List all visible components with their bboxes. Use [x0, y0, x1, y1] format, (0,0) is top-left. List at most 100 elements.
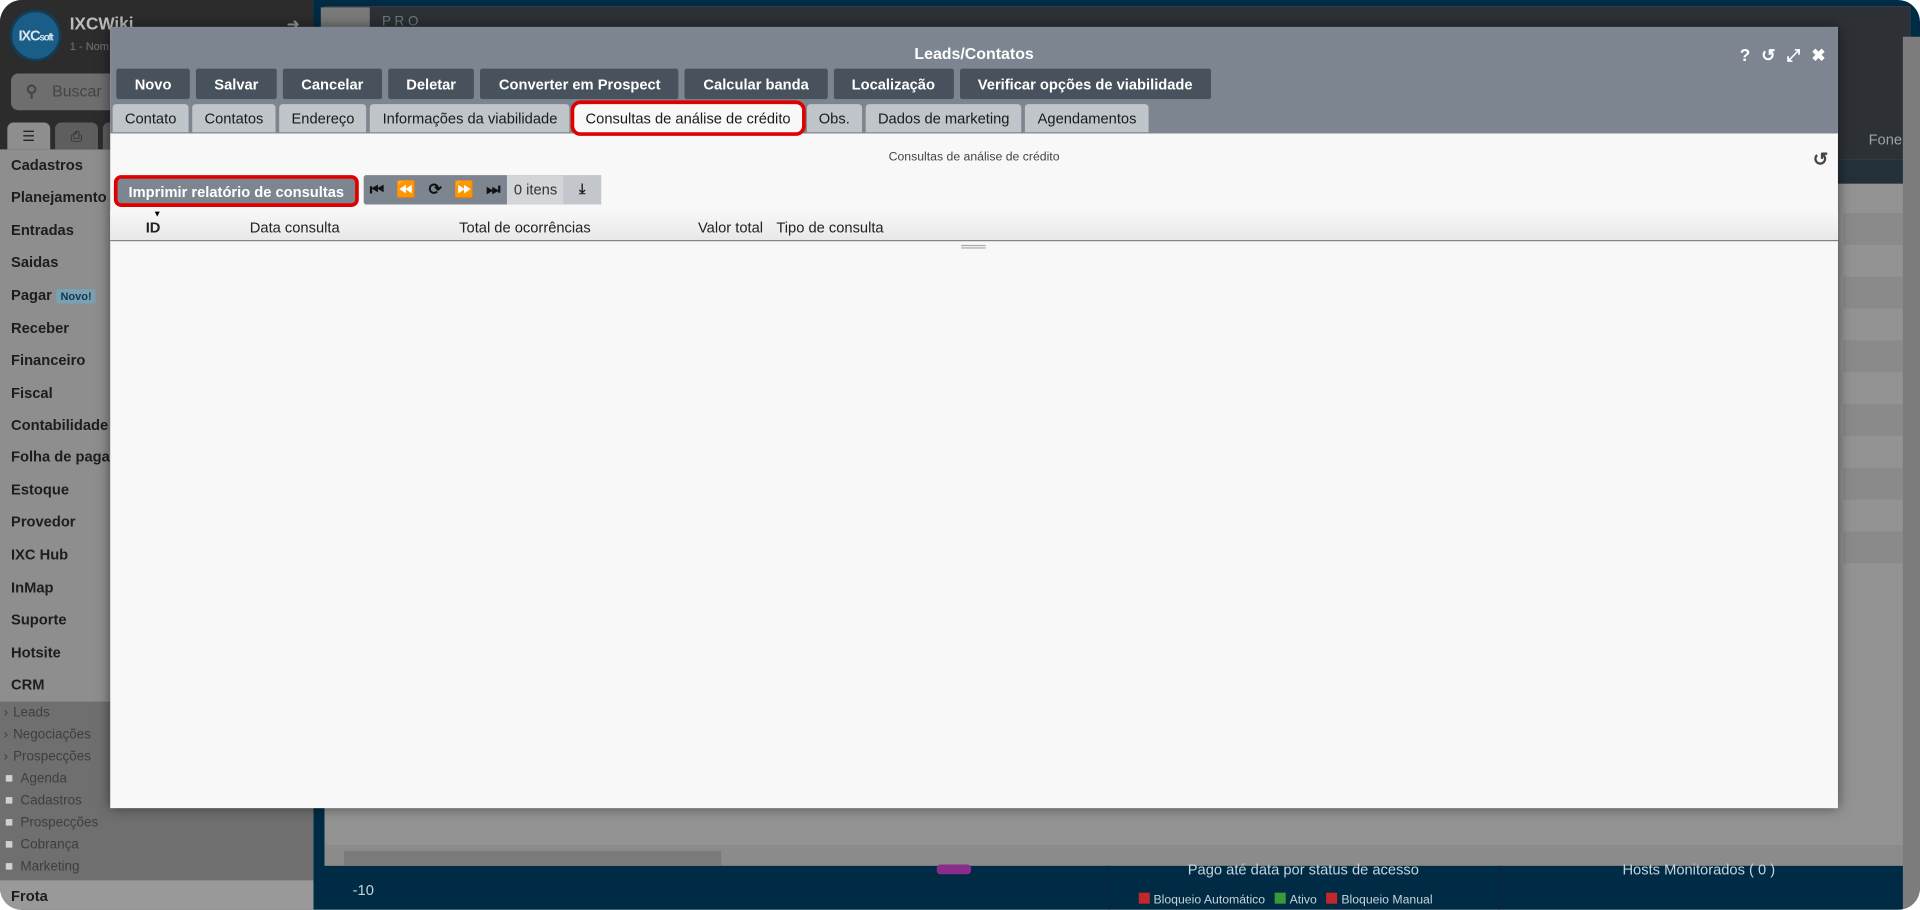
menu-item-label: Cadastros	[11, 156, 83, 174]
axis-tick: -10	[352, 881, 374, 899]
converter-em-prospect-button[interactable]: Converter em Prospect	[480, 68, 679, 100]
new-badge: Novo!	[56, 288, 96, 304]
background-row	[1842, 404, 1905, 436]
resize-handle[interactable]	[961, 244, 986, 249]
print-tab[interactable]: ⎙	[55, 122, 98, 150]
menu-item-label: Saidas	[11, 253, 59, 271]
tab-obs-[interactable]: Obs.	[806, 104, 863, 133]
background-row	[1842, 213, 1905, 245]
calcular-banda-button[interactable]: Calcular banda	[685, 68, 828, 100]
background-row	[1842, 276, 1905, 309]
leads-contatos-modal: Leads/Contatos ? ↺ ⤢ ✖ Novo Salvar Cancela…	[110, 26, 1838, 809]
tab-informa-es-da-viabilidade[interactable]: Informações da viabilidade	[370, 104, 570, 133]
app-subtitle: 1 - Nom	[69, 40, 109, 53]
tab-contatos[interactable]: Contatos	[192, 104, 276, 133]
tab-consultas-de-an-lise-de-cr-dito[interactable]: Consultas de análise de crédito	[570, 100, 806, 136]
submenu-item[interactable]: › Negociações	[4, 727, 91, 742]
menu-item-crm[interactable]: CRM	[11, 676, 44, 693]
download-icon: ⤓	[578, 180, 586, 198]
deletar-button[interactable]: Deletar	[387, 68, 475, 100]
last-page-icon[interactable]: ⏭	[480, 175, 507, 204]
submenu-label: Negociações	[13, 727, 91, 743]
folder-label: Agenda	[20, 771, 67, 787]
maximize-icon[interactable]: ⤢	[1787, 45, 1801, 66]
menu-item-suporte[interactable]: Suporte	[11, 611, 67, 628]
folder-label: Cadastros	[20, 793, 82, 809]
tab-endere-o[interactable]: Endereço	[279, 104, 367, 133]
folder-item[interactable]: ■ Marketing	[5, 860, 80, 875]
cancelar-button[interactable]: Cancelar	[282, 68, 382, 100]
menu-item-estoque[interactable]: Estoque	[11, 481, 69, 498]
submenu-label: Prospecções	[13, 749, 91, 765]
folder-item[interactable]: ■ Prospecções	[5, 816, 98, 831]
menu-item-label: Fiscal	[11, 384, 53, 402]
tab-contato[interactable]: Contato	[112, 104, 189, 133]
chart-title: Hosts Monitorados ( 0 )	[1622, 860, 1776, 878]
chevron-right-icon: ›	[3, 727, 9, 743]
close-icon[interactable]: ✖	[1811, 45, 1825, 66]
menu-item-pagar[interactable]: Pagar Novo!	[11, 287, 96, 304]
menu-item-contabilidade[interactable]: Contabilidade	[11, 416, 108, 433]
column-header-valor-total[interactable]: Valor total	[698, 219, 763, 236]
menu-item-label: InMap	[11, 579, 54, 597]
folder-item[interactable]: ■ Cobrança	[5, 838, 79, 853]
menu-item-folha-de-pagar[interactable]: Folha de pagar	[11, 448, 116, 465]
history-icon[interactable]: ↺	[1761, 45, 1775, 66]
novo-button[interactable]: Novo	[116, 68, 190, 100]
column-header-id[interactable]: ID	[146, 219, 161, 236]
folder-item[interactable]: ■ Cadastros	[5, 793, 82, 808]
menu-item-provedor[interactable]: Provedor	[11, 513, 76, 530]
menu-item-cadastros[interactable]: Cadastros	[11, 157, 83, 174]
legend-item: Ativo	[1274, 892, 1317, 907]
menu-item-receber[interactable]: Receber	[11, 320, 69, 337]
tab-dados-de-marketing[interactable]: Dados de marketing	[865, 104, 1022, 133]
column-header-data-consulta[interactable]: Data consulta	[250, 219, 340, 236]
vertical-scrollbar[interactable]	[1902, 36, 1920, 910]
folder-item[interactable]: ■ Agenda	[5, 771, 67, 786]
download-button[interactable]: ⤓	[563, 175, 602, 205]
menu-item-label: IXC Hub	[11, 546, 69, 564]
history-icon[interactable]: ↺	[1813, 148, 1828, 170]
folder-icon: ■	[4, 793, 14, 809]
background-row	[1842, 340, 1905, 373]
legend-item: Bloqueio Manual	[1326, 892, 1433, 907]
print-report-button[interactable]: Imprimir relatório de consultas	[113, 175, 359, 207]
menu-item-planejamento[interactable]: Planejamento	[11, 189, 107, 206]
menu-item-entradas[interactable]: Entradas	[11, 222, 74, 239]
refresh-icon[interactable]: ⟳	[422, 175, 448, 204]
column-header-total-ocorrencias[interactable]: Total de ocorrências	[459, 219, 590, 236]
help-icon[interactable]: ?	[1740, 45, 1750, 66]
menu-item-label: Contabilidade	[11, 416, 109, 434]
menu-item-label: Hotsite	[11, 644, 61, 662]
folder-icon: ■	[4, 859, 14, 875]
column-header-tipo-consulta[interactable]: Tipo de consulta	[776, 219, 883, 236]
menu-item-frota[interactable]: Frota	[11, 888, 48, 905]
submenu-item[interactable]: › Leads	[4, 705, 50, 720]
localização-button[interactable]: Localização	[833, 68, 954, 100]
submenu-label: Leads	[13, 705, 50, 721]
menu-item-inmap[interactable]: InMap	[11, 579, 53, 596]
menu-item-label: CRM	[11, 675, 45, 694]
menu-item-ixc-hub[interactable]: IXC Hub	[11, 546, 68, 563]
legend-item: Bloqueio Automático	[1138, 892, 1265, 907]
submenu-item[interactable]: › Prospecções	[4, 749, 91, 764]
scrollbar-thumb[interactable]	[344, 851, 722, 866]
modal-window-controls: ? ↺ ⤢ ✖	[1740, 45, 1826, 66]
menu-item-saidas[interactable]: Saidas	[11, 253, 58, 270]
item-count: 0 itens	[506, 175, 565, 205]
menu-item-label: Receber	[11, 319, 70, 337]
folder-label: Prospecções	[20, 815, 99, 831]
menu-item-financeiro[interactable]: Financeiro	[11, 351, 85, 368]
verificar-opções-de-viabilidade-button[interactable]: Verificar opções de viabilidade	[959, 68, 1211, 100]
menu-item-hotsite[interactable]: Hotsite	[11, 644, 61, 661]
first-page-icon[interactable]: ⏮	[364, 175, 391, 204]
next-page-icon[interactable]: ⏩	[448, 175, 480, 204]
menu-list-tab[interactable]: ☰	[7, 122, 51, 150]
sort-desc-icon: ▼	[153, 210, 162, 220]
modal-title: Leads/Contatos	[914, 44, 1034, 63]
salvar-button[interactable]: Salvar	[195, 68, 277, 100]
tab-agendamentos[interactable]: Agendamentos	[1025, 104, 1149, 133]
menu-item-fiscal[interactable]: Fiscal	[11, 384, 53, 401]
previous-page-icon[interactable]: ⏪	[390, 175, 422, 204]
chevron-right-icon: ›	[3, 749, 9, 765]
